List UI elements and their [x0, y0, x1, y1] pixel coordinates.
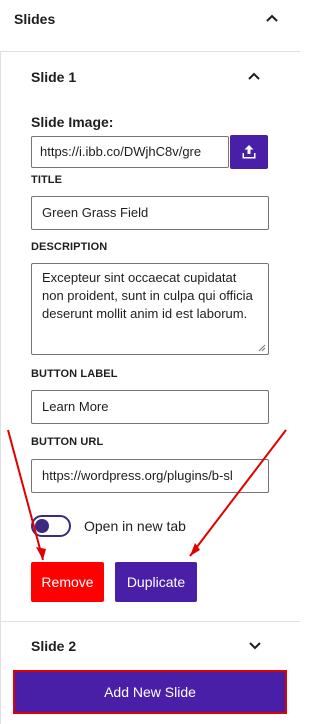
arrow-line	[7, 429, 44, 561]
add-slide-highlight: Add New Slide	[13, 670, 287, 714]
panel-border	[0, 52, 1, 724]
button-url-label: BUTTON URL	[31, 436, 104, 448]
arrow-line	[189, 429, 287, 557]
panel-title: Slides	[14, 11, 56, 27]
title-input[interactable]: Green Grass Field	[31, 196, 269, 230]
panel-header[interactable]: Slides	[0, 0, 300, 52]
toggle-knob	[35, 519, 49, 533]
chevron-up-icon[interactable]	[265, 12, 279, 26]
add-new-slide-button[interactable]: Add New Slide	[15, 672, 285, 712]
new-tab-label: Open in new tab	[84, 518, 186, 534]
upload-button[interactable]	[230, 135, 268, 169]
arrow-head	[36, 547, 46, 560]
title-label: TITLE	[31, 174, 63, 186]
button-label-input[interactable]: Learn More	[31, 390, 269, 424]
slide-image-url-input[interactable]: https://i.ibb.co/DWjhC8v/gre	[31, 136, 229, 168]
slide2-title[interactable]: Slide 2	[31, 638, 76, 654]
button-label-label: BUTTON LABEL	[31, 368, 118, 380]
annotation-arrows	[7, 429, 287, 561]
slide-image-label: Slide Image:	[31, 114, 114, 130]
chevron-up-icon[interactable]	[247, 70, 261, 84]
arrow-head	[190, 543, 200, 556]
upload-icon	[242, 145, 256, 159]
slide1-title[interactable]: Slide 1	[31, 69, 76, 85]
button-url-input[interactable]: https://wordpress.org/plugins/b-sl	[31, 459, 269, 493]
resize-handle-icon	[258, 344, 266, 352]
duplicate-button[interactable]: Duplicate	[115, 562, 197, 602]
description-textarea[interactable]: Excepteur sint occaecat cupidatat non pr…	[31, 263, 269, 355]
chevron-down-icon[interactable]	[248, 638, 262, 652]
divider	[0, 621, 300, 622]
description-label: DESCRIPTION	[31, 241, 108, 253]
remove-button[interactable]: Remove	[31, 562, 104, 602]
new-tab-toggle[interactable]	[31, 515, 71, 537]
description-text: Excepteur sint occaecat cupidatat non pr…	[42, 270, 253, 321]
